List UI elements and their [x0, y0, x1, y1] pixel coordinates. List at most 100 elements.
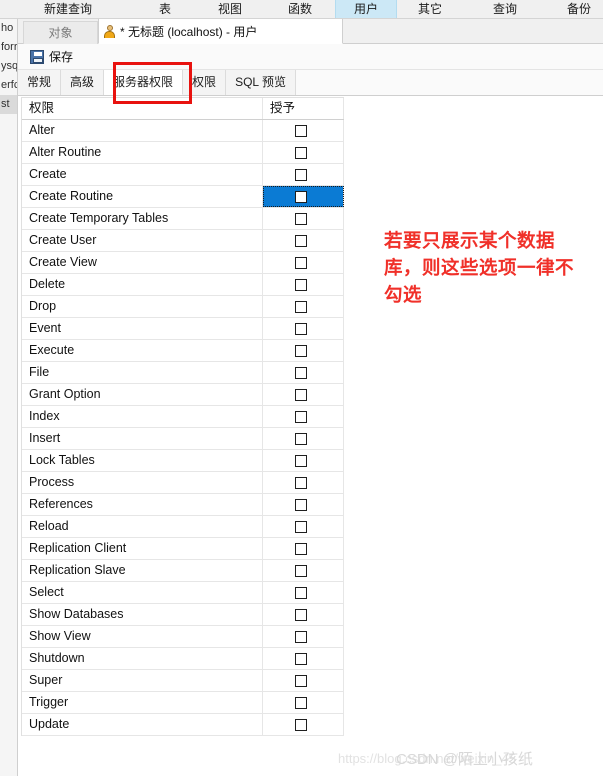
grant-cell[interactable]	[263, 120, 344, 141]
table-row[interactable]: Execute	[22, 340, 344, 362]
grant-checkbox[interactable]	[295, 301, 307, 313]
grant-cell[interactable]	[263, 230, 344, 251]
grant-cell[interactable]	[263, 670, 344, 691]
grant-checkbox[interactable]	[295, 367, 307, 379]
grant-checkbox[interactable]	[295, 653, 307, 665]
grant-cell[interactable]	[263, 450, 344, 471]
table-row[interactable]: Create Temporary Tables	[22, 208, 344, 230]
grant-cell[interactable]	[263, 538, 344, 559]
table-row[interactable]: Reload	[22, 516, 344, 538]
sidebar-item-4[interactable]: st	[0, 95, 17, 114]
grant-checkbox[interactable]	[295, 389, 307, 401]
grant-checkbox[interactable]	[295, 323, 307, 335]
grant-cell[interactable]	[263, 472, 344, 493]
grant-cell[interactable]	[263, 274, 344, 295]
table-row[interactable]: Event	[22, 318, 344, 340]
grant-cell[interactable]	[263, 142, 344, 163]
tab-document-user[interactable]: * 无标题 (localhost) - 用户	[98, 19, 343, 44]
table-row[interactable]: Shutdown	[22, 648, 344, 670]
grant-cell[interactable]	[263, 362, 344, 383]
sidebar-item-2[interactable]: ysq	[0, 57, 17, 76]
table-row[interactable]: Create Routine	[22, 186, 344, 208]
table-row[interactable]: Index	[22, 406, 344, 428]
grant-cell[interactable]	[263, 252, 344, 273]
table-row[interactable]: Insert	[22, 428, 344, 450]
grant-cell[interactable]	[263, 164, 344, 185]
table-row[interactable]: Replication Slave	[22, 560, 344, 582]
grant-cell[interactable]	[263, 208, 344, 229]
table-row[interactable]: Create View	[22, 252, 344, 274]
grant-checkbox[interactable]	[295, 631, 307, 643]
grant-cell[interactable]	[263, 406, 344, 427]
table-row[interactable]: Delete	[22, 274, 344, 296]
toolbar-item-2[interactable]: 视图	[205, 0, 255, 18]
grant-checkbox[interactable]	[295, 191, 307, 203]
grant-checkbox[interactable]	[295, 477, 307, 489]
grant-cell[interactable]	[263, 296, 344, 317]
grant-checkbox[interactable]	[295, 345, 307, 357]
prop-tab-1[interactable]: 高级	[61, 70, 105, 95]
grant-checkbox[interactable]	[295, 697, 307, 709]
grant-checkbox[interactable]	[295, 169, 307, 181]
grant-cell[interactable]	[263, 428, 344, 449]
grant-checkbox[interactable]	[295, 719, 307, 731]
table-row[interactable]: Show Databases	[22, 604, 344, 626]
grant-cell[interactable]	[263, 604, 344, 625]
table-row[interactable]: Create User	[22, 230, 344, 252]
toolbar-item-5[interactable]: 其它	[405, 0, 455, 18]
grant-cell[interactable]	[263, 384, 344, 405]
grant-cell[interactable]	[263, 516, 344, 537]
table-row[interactable]: Update	[22, 714, 344, 736]
sidebar-item-0[interactable]: ho	[0, 19, 17, 38]
grant-checkbox[interactable]	[295, 147, 307, 159]
grant-checkbox[interactable]	[295, 279, 307, 291]
tab-object[interactable]: 对象	[23, 21, 98, 44]
prop-tab-4[interactable]: SQL 预览	[226, 70, 296, 95]
table-row[interactable]: Super	[22, 670, 344, 692]
grant-cell[interactable]	[263, 186, 344, 207]
privileges-grid[interactable]: 权限 授予 Alter Alter Routine Create Create Routi…	[21, 97, 344, 736]
table-row[interactable]: Alter Routine	[22, 142, 344, 164]
table-row[interactable]: Replication Client	[22, 538, 344, 560]
grant-cell[interactable]	[263, 626, 344, 647]
toolbar-item-4[interactable]: 用户	[335, 0, 397, 18]
grant-cell[interactable]	[263, 560, 344, 581]
toolbar-item-6[interactable]: 查询	[480, 0, 530, 18]
table-row[interactable]: References	[22, 494, 344, 516]
grant-checkbox[interactable]	[295, 411, 307, 423]
grant-checkbox[interactable]	[295, 565, 307, 577]
table-row[interactable]: Create	[22, 164, 344, 186]
table-row[interactable]: Drop	[22, 296, 344, 318]
table-row[interactable]: Alter	[22, 120, 344, 142]
grant-cell[interactable]	[263, 340, 344, 361]
grant-checkbox[interactable]	[295, 257, 307, 269]
database-sidebar[interactable]: hoforrysqerfcst	[0, 19, 18, 776]
grant-checkbox[interactable]	[295, 499, 307, 511]
table-row[interactable]: Process	[22, 472, 344, 494]
grant-cell[interactable]	[263, 582, 344, 603]
grant-cell[interactable]	[263, 648, 344, 669]
sidebar-item-3[interactable]: erfc	[0, 76, 17, 95]
grant-cell[interactable]	[263, 494, 344, 515]
grant-checkbox[interactable]	[295, 433, 307, 445]
sidebar-item-1[interactable]: forr	[0, 38, 17, 57]
grant-checkbox[interactable]	[295, 213, 307, 225]
grant-checkbox[interactable]	[295, 675, 307, 687]
grant-cell[interactable]	[263, 318, 344, 339]
grant-checkbox[interactable]	[295, 235, 307, 247]
table-row[interactable]: Show View	[22, 626, 344, 648]
grant-checkbox[interactable]	[295, 587, 307, 599]
table-row[interactable]: Lock Tables	[22, 450, 344, 472]
toolbar-item-7[interactable]: 备份	[555, 0, 603, 18]
toolbar-item-3[interactable]: 函数	[275, 0, 325, 18]
toolbar-item-0[interactable]: 新建查询	[28, 0, 108, 18]
table-row[interactable]: Trigger	[22, 692, 344, 714]
grant-checkbox[interactable]	[295, 609, 307, 621]
grant-cell[interactable]	[263, 714, 344, 735]
grant-checkbox[interactable]	[295, 543, 307, 555]
grant-checkbox[interactable]	[295, 521, 307, 533]
save-button[interactable]: 保存	[26, 46, 77, 68]
table-row[interactable]: File	[22, 362, 344, 384]
table-row[interactable]: Select	[22, 582, 344, 604]
toolbar-item-1[interactable]: 表	[140, 0, 190, 18]
